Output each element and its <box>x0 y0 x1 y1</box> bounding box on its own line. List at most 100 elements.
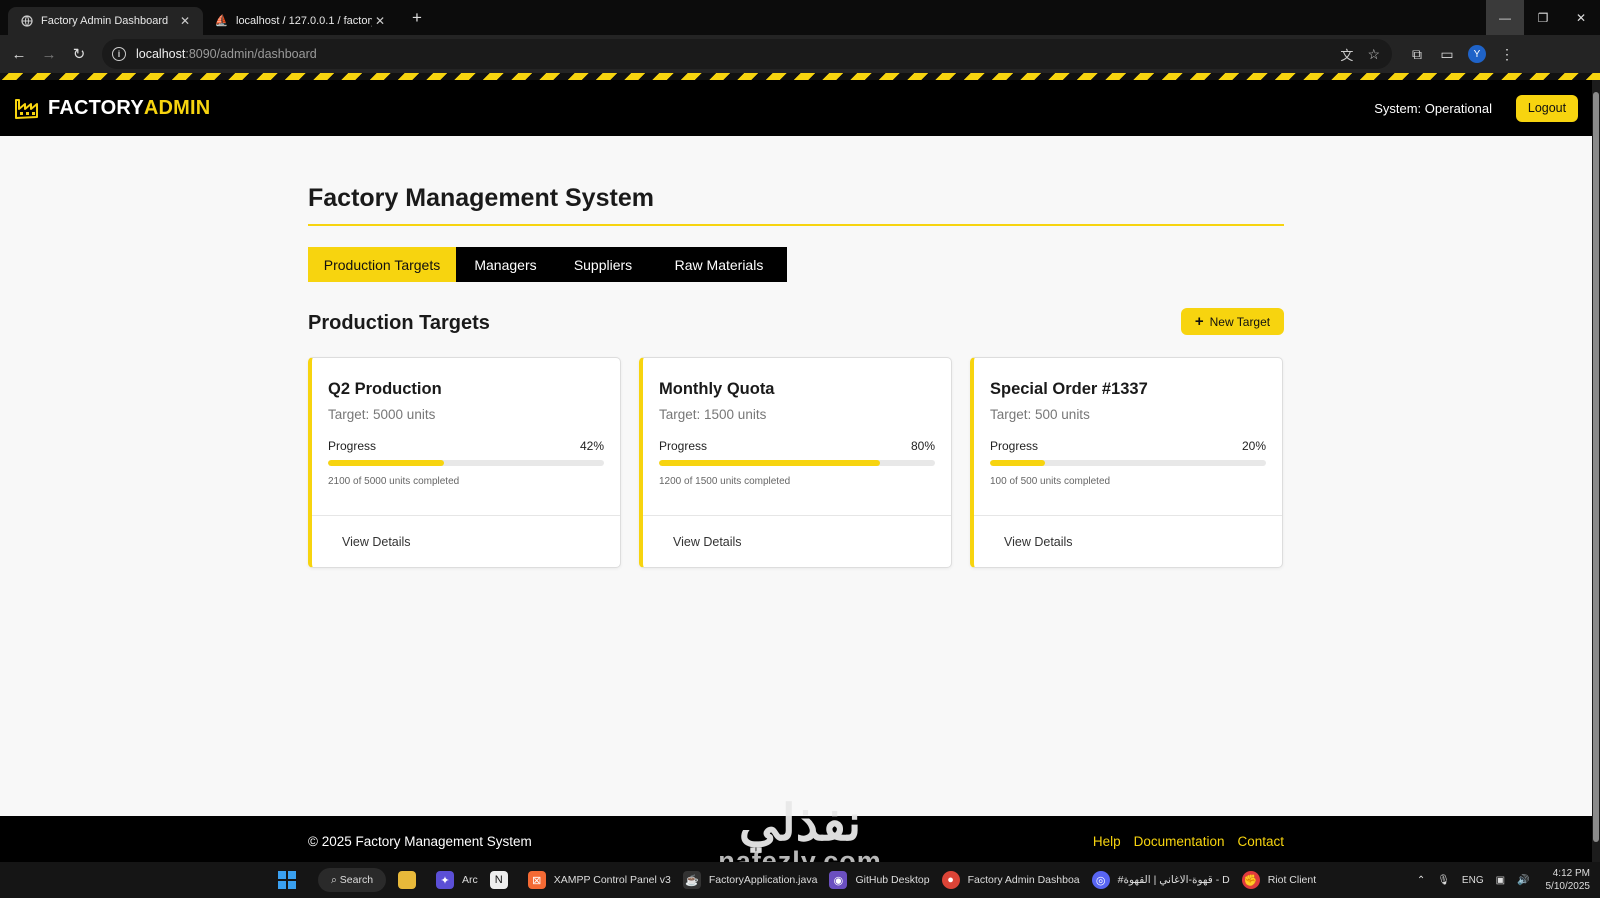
site-info-icon[interactable]: i <box>112 47 126 61</box>
phpmyadmin-icon: ⛵ <box>214 15 229 27</box>
taskbar-label: #قهوة-الاغاني | القهوة - D <box>1117 874 1230 886</box>
view-details-link[interactable]: View Details <box>342 535 411 549</box>
footer-link-documentation[interactable]: Documentation <box>1134 834 1225 849</box>
progress-bar <box>328 460 604 466</box>
os-taskbar: ⌕ Search ✦ Arc N ⊠ XAMPP Control Panel v3 … <box>0 862 1600 898</box>
taskbar-label: Arc <box>462 874 478 886</box>
copyright: © 2025 Factory Management System <box>308 834 532 849</box>
card-divider <box>312 515 620 516</box>
progress-note: 1200 of 1500 units completed <box>659 476 791 487</box>
view-details-link[interactable]: View Details <box>673 535 742 549</box>
caution-stripe <box>0 73 1600 80</box>
translate-icon[interactable]: 文 <box>1340 45 1353 64</box>
riot-icon: ✊ <box>1241 871 1260 889</box>
taskbar-label: XAMPP Control Panel v3 <box>553 874 671 886</box>
sidepanel-icon[interactable]: ▭ <box>1432 46 1462 63</box>
main-content: Factory Management System Production Tar… <box>0 136 1592 816</box>
close-icon[interactable]: ✕ <box>372 14 388 28</box>
card-target: Target: 1500 units <box>659 407 767 422</box>
card-title: Special Order #1337 <box>990 380 1148 398</box>
extensions-icon[interactable]: ⧉ <box>1402 46 1432 63</box>
footer-link-help[interactable]: Help <box>1093 834 1121 849</box>
section-tabs: Production Targets Managers Suppliers Ra… <box>308 247 787 282</box>
address-bar[interactable]: i localhost:8090/admin/dashboard 文 ☆ <box>102 39 1392 69</box>
taskbar-github[interactable]: ◉ GitHub Desktop <box>829 871 930 889</box>
taskbar-label: GitHub Desktop <box>855 874 930 886</box>
taskbar-label: FactoryApplication.java <box>708 874 818 886</box>
tab-raw-materials[interactable]: Raw Materials <box>651 247 787 282</box>
taskbar-java[interactable]: ☕ FactoryApplication.java <box>682 871 818 889</box>
tab-production-targets[interactable]: Production Targets <box>308 247 456 282</box>
view-details-link[interactable]: View Details <box>1004 535 1073 549</box>
progress-bar <box>659 460 935 466</box>
taskbar-discord[interactable]: ◎ #قهوة-الاغاني | القهوة - D <box>1091 871 1230 889</box>
logout-button[interactable]: Logout <box>1516 94 1578 122</box>
forward-arrow-icon[interactable]: → <box>34 46 64 63</box>
profile-avatar[interactable]: Y <box>1468 45 1486 63</box>
file-explorer-icon[interactable] <box>398 871 424 889</box>
reload-icon[interactable]: ↻ <box>64 45 94 63</box>
taskbar-arc[interactable]: ✦ Arc <box>436 871 478 889</box>
progress-bar <box>990 460 1266 466</box>
new-target-button[interactable]: + New Target <box>1181 308 1284 335</box>
url-host: localhost <box>136 47 186 61</box>
browser-tab-title: Factory Admin Dashboard <box>41 14 169 27</box>
plus-icon: + <box>1194 313 1204 330</box>
tab-managers[interactable]: Managers <box>456 247 555 282</box>
microphone-icon[interactable]: 🎙 <box>1437 875 1450 886</box>
clock-time: 4:12 PM <box>1552 868 1590 879</box>
taskbar-chrome[interactable]: ● Factory Admin Dashboa <box>941 871 1080 889</box>
windows-start-icon[interactable] <box>278 871 296 889</box>
network-icon[interactable]: ▣ <box>1496 875 1505 886</box>
progress-percent: 80% <box>910 439 935 453</box>
footer-link-contact[interactable]: Contact <box>1237 834 1284 849</box>
taskbar-xampp[interactable]: ⊠ XAMPP Control Panel v3 <box>527 871 671 889</box>
taskbar-label: Riot Client <box>1267 874 1317 886</box>
progress-fill <box>328 460 444 466</box>
taskbar-search[interactable]: ⌕ Search <box>318 868 386 892</box>
star-bookmark-icon[interactable]: ☆ <box>1367 46 1380 63</box>
watermark-arabic: نفذلي <box>738 795 862 851</box>
close-icon[interactable]: ✕ <box>177 14 193 28</box>
chevron-up-icon[interactable]: ⌃ <box>1417 875 1425 886</box>
clock-date: 5/10/2025 <box>1545 881 1591 892</box>
progress-note: 2100 of 5000 units completed <box>328 476 460 487</box>
tab-suppliers[interactable]: Suppliers <box>555 247 651 282</box>
progress-label: Progress <box>990 439 1039 453</box>
browser-tab-active[interactable]: Factory Admin Dashboard ✕ <box>8 6 203 35</box>
notion-icon[interactable]: N <box>489 871 516 889</box>
minimize-icon[interactable]: — <box>1486 0 1524 35</box>
card-target: Target: 500 units <box>990 407 1090 422</box>
globe-icon <box>20 14 33 27</box>
back-arrow-icon[interactable]: ← <box>4 46 34 63</box>
taskbar-riot[interactable]: ✊ Riot Client <box>1241 871 1317 889</box>
chrome-icon: ● <box>941 871 960 889</box>
card-title: Q2 Production <box>328 380 442 398</box>
new-tab-plus-icon[interactable]: + <box>406 8 428 28</box>
browser-tab[interactable]: ⛵ localhost / 127.0.0.1 / factory / ... … <box>203 7 398 35</box>
taskbar-label: Factory Admin Dashboa <box>967 874 1080 886</box>
progress-label: Progress <box>328 439 377 453</box>
new-target-label: New Target <box>1209 314 1271 329</box>
language-indicator[interactable]: ENG <box>1462 875 1484 886</box>
window-controls: — ❐ ✕ <box>1486 0 1600 35</box>
volume-icon[interactable]: 🔊 <box>1517 875 1529 886</box>
scrollbar-thumb[interactable] <box>1593 92 1599 842</box>
window-close-icon[interactable]: ✕ <box>1562 0 1600 35</box>
menu-kebab-icon[interactable]: ⋮ <box>1492 46 1522 63</box>
progress-note: 100 of 500 units completed <box>990 476 1111 487</box>
brand[interactable]: FACTORY ADMIN <box>14 96 210 120</box>
app-header: FACTORY ADMIN System: Operational Logout <box>0 80 1592 136</box>
brand-text-admin: ADMIN <box>143 96 211 119</box>
card-target: Target: 5000 units <box>328 407 436 422</box>
url-path: :8090/admin/dashboard <box>185 47 317 61</box>
card-divider <box>974 515 1282 516</box>
restore-icon[interactable]: ❐ <box>1524 0 1562 35</box>
title-divider <box>308 224 1284 226</box>
browser-tabbar: Factory Admin Dashboard ✕ ⛵ localhost / … <box>0 0 1600 35</box>
xampp-icon: ⊠ <box>527 871 546 889</box>
clock[interactable]: 4:12 PM 5/10/2025 <box>1546 867 1591 893</box>
page-scrollbar[interactable] <box>1592 80 1600 862</box>
browser-tab-title: localhost / 127.0.0.1 / factory / ... <box>236 14 372 27</box>
target-card: Special Order #1337 Target: 500 units Pr… <box>970 357 1283 568</box>
